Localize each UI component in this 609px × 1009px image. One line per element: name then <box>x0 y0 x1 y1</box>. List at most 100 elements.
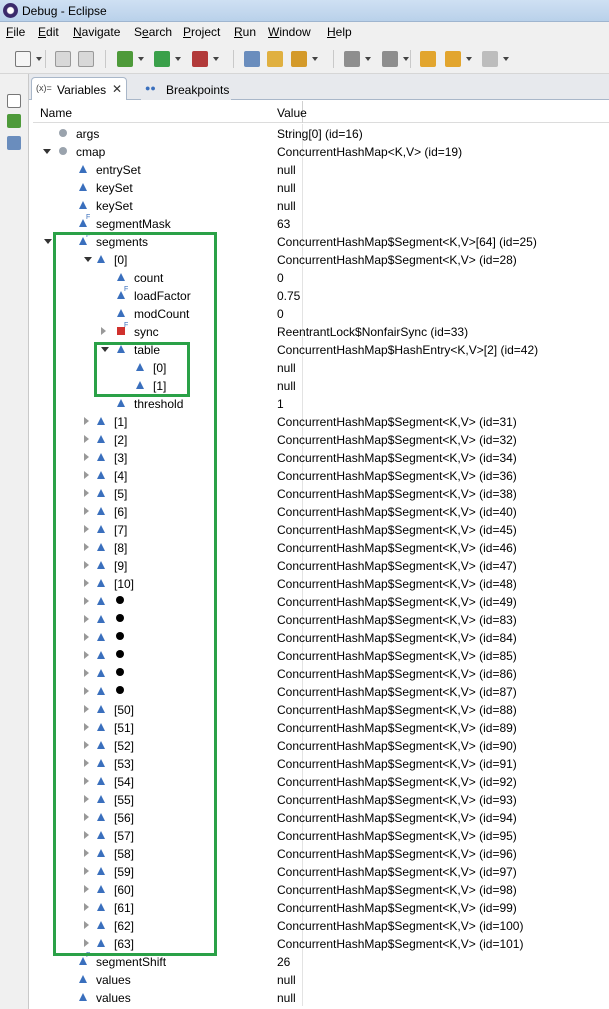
expand-arrow-icon[interactable] <box>84 939 89 947</box>
external-tools-icon[interactable] <box>192 51 208 67</box>
tree-row[interactable]: [6] ConcurrentHashMap$Segment<K,V> (id=40… <box>33 502 609 520</box>
expand-arrow-icon[interactable] <box>84 435 89 443</box>
column-header-name[interactable]: Name <box>40 106 72 120</box>
dropdown-arrow-icon[interactable] <box>138 57 144 61</box>
expand-arrow-icon[interactable] <box>84 471 89 479</box>
expand-arrow-icon[interactable] <box>84 561 89 569</box>
tree-row[interactable]: cmap ConcurrentHashMap<K,V> (id=19) <box>33 142 609 160</box>
tree-row[interactable]: [57] ConcurrentHashMap$Segment<K,V> (id=9… <box>33 826 609 844</box>
tree-row[interactable]: [4] ConcurrentHashMap$Segment<K,V> (id=36… <box>33 466 609 484</box>
debug-icon[interactable] <box>117 51 133 67</box>
tree-row[interactable]: [3] ConcurrentHashMap$Segment<K,V> (id=34… <box>33 448 609 466</box>
collapse-arrow-icon[interactable] <box>101 347 109 352</box>
tree-row[interactable]: ConcurrentHashMap$Segment<K,V> (id=87) <box>33 682 609 700</box>
tree-row[interactable]: [0] ConcurrentHashMap$Segment<K,V> (id=28… <box>33 250 609 268</box>
tree-row[interactable]: [54] ConcurrentHashMap$Segment<K,V> (id=9… <box>33 772 609 790</box>
menu-window[interactable]: Window <box>268 25 311 39</box>
expand-arrow-icon[interactable] <box>84 903 89 911</box>
tree-row[interactable]: ConcurrentHashMap$Segment<K,V> (id=83) <box>33 610 609 628</box>
tree-row[interactable]: modCount 0 <box>33 304 609 322</box>
restore-view-icon[interactable] <box>7 94 21 108</box>
tab-breakpoints[interactable]: ●● Breakpoints <box>141 77 231 100</box>
search-icon[interactable] <box>291 51 307 67</box>
tree-row[interactable]: ConcurrentHashMap$Segment<K,V> (id=85) <box>33 646 609 664</box>
expand-arrow-icon[interactable] <box>101 327 106 335</box>
new-icon[interactable] <box>15 51 31 67</box>
tab-variables[interactable]: (x)= Variables ✕ <box>31 77 127 100</box>
tree-row[interactable]: [1] null <box>33 376 609 394</box>
tree-row[interactable]: values null <box>33 988 609 1006</box>
expand-arrow-icon[interactable] <box>84 669 89 677</box>
expand-arrow-icon[interactable] <box>84 741 89 749</box>
tree-row[interactable]: [51] ConcurrentHashMap$Segment<K,V> (id=8… <box>33 718 609 736</box>
print-icon[interactable] <box>78 51 94 67</box>
dropdown-arrow-icon[interactable] <box>213 57 219 61</box>
collapse-arrow-icon[interactable] <box>84 257 92 262</box>
menu-run[interactable]: Run <box>234 25 256 39</box>
tree-row[interactable]: [8] ConcurrentHashMap$Segment<K,V> (id=46… <box>33 538 609 556</box>
tree-row[interactable]: [61] ConcurrentHashMap$Segment<K,V> (id=9… <box>33 898 609 916</box>
menu-help[interactable]: Help <box>327 25 352 39</box>
menu-navigate[interactable]: Navigate <box>73 25 120 39</box>
tree-row[interactable]: [53] ConcurrentHashMap$Segment<K,V> (id=9… <box>33 754 609 772</box>
tree-row[interactable]: [60] ConcurrentHashMap$Segment<K,V> (id=9… <box>33 880 609 898</box>
tree-row[interactable]: keySet null <box>33 196 609 214</box>
collapse-arrow-icon[interactable] <box>44 239 52 244</box>
expand-arrow-icon[interactable] <box>84 525 89 533</box>
menu-file[interactable]: File <box>6 25 25 39</box>
tree-row[interactable]: [2] ConcurrentHashMap$Segment<K,V> (id=32… <box>33 430 609 448</box>
expand-arrow-icon[interactable] <box>84 759 89 767</box>
expand-arrow-icon[interactable] <box>84 867 89 875</box>
expand-arrow-icon[interactable] <box>84 705 89 713</box>
dropdown-arrow-icon[interactable] <box>312 57 318 61</box>
menu-edit[interactable]: Edit <box>38 25 59 39</box>
tree-row[interactable]: [55] ConcurrentHashMap$Segment<K,V> (id=9… <box>33 790 609 808</box>
expand-arrow-icon[interactable] <box>84 579 89 587</box>
back-icon[interactable] <box>445 51 461 67</box>
expand-arrow-icon[interactable] <box>84 489 89 497</box>
next-annotation-icon[interactable] <box>344 51 360 67</box>
tree-row[interactable]: [58] ConcurrentHashMap$Segment<K,V> (id=9… <box>33 844 609 862</box>
save-icon[interactable] <box>55 51 71 67</box>
expand-arrow-icon[interactable] <box>84 885 89 893</box>
expand-arrow-icon[interactable] <box>84 417 89 425</box>
tree-row[interactable]: ConcurrentHashMap$Segment<K,V> (id=49) <box>33 592 609 610</box>
expand-arrow-icon[interactable] <box>84 597 89 605</box>
tree-row[interactable]: [0] null <box>33 358 609 376</box>
tree-row[interactable]: args String[0] (id=16) <box>33 124 609 142</box>
prev-annotation-icon[interactable] <box>382 51 398 67</box>
tree-row[interactable]: values null <box>33 970 609 988</box>
tree-row[interactable]: FsegmentShift 26 <box>33 952 609 970</box>
tree-row[interactable]: [7] ConcurrentHashMap$Segment<K,V> (id=45… <box>33 520 609 538</box>
expand-arrow-icon[interactable] <box>84 777 89 785</box>
collapse-arrow-icon[interactable] <box>43 149 51 154</box>
tree-row[interactable]: [50] ConcurrentHashMap$Segment<K,V> (id=8… <box>33 700 609 718</box>
expand-arrow-icon[interactable] <box>84 543 89 551</box>
tree-row[interactable]: keySet null <box>33 178 609 196</box>
dropdown-arrow-icon[interactable] <box>36 57 42 61</box>
tree-row[interactable]: [56] ConcurrentHashMap$Segment<K,V> (id=9… <box>33 808 609 826</box>
expand-arrow-icon[interactable] <box>84 615 89 623</box>
dropdown-arrow-icon[interactable] <box>466 57 472 61</box>
expand-arrow-icon[interactable] <box>84 849 89 857</box>
debug-view-icon[interactable] <box>7 114 21 128</box>
run-icon[interactable] <box>154 51 170 67</box>
menu-search[interactable]: Search <box>134 25 172 39</box>
last-edit-icon[interactable] <box>420 51 436 67</box>
menu-project[interactable]: Project <box>183 25 220 39</box>
tree-row[interactable]: threshold 1 <box>33 394 609 412</box>
tree-row[interactable]: ConcurrentHashMap$Segment<K,V> (id=86) <box>33 664 609 682</box>
open-task-icon[interactable] <box>267 51 283 67</box>
expand-arrow-icon[interactable] <box>84 507 89 515</box>
tree-row[interactable]: FloadFactor 0.75 <box>33 286 609 304</box>
expand-arrow-icon[interactable] <box>84 633 89 641</box>
tree-row[interactable]: [5] ConcurrentHashMap$Segment<K,V> (id=38… <box>33 484 609 502</box>
expand-arrow-icon[interactable] <box>84 723 89 731</box>
tree-row[interactable]: ConcurrentHashMap$Segment<K,V> (id=84) <box>33 628 609 646</box>
threads-view-icon[interactable] <box>7 136 21 150</box>
tree-row[interactable]: count 0 <box>33 268 609 286</box>
open-type-icon[interactable] <box>244 51 260 67</box>
expand-arrow-icon[interactable] <box>84 795 89 803</box>
dropdown-arrow-icon[interactable] <box>365 57 371 61</box>
tree-row[interactable]: FsegmentMask 63 <box>33 214 609 232</box>
